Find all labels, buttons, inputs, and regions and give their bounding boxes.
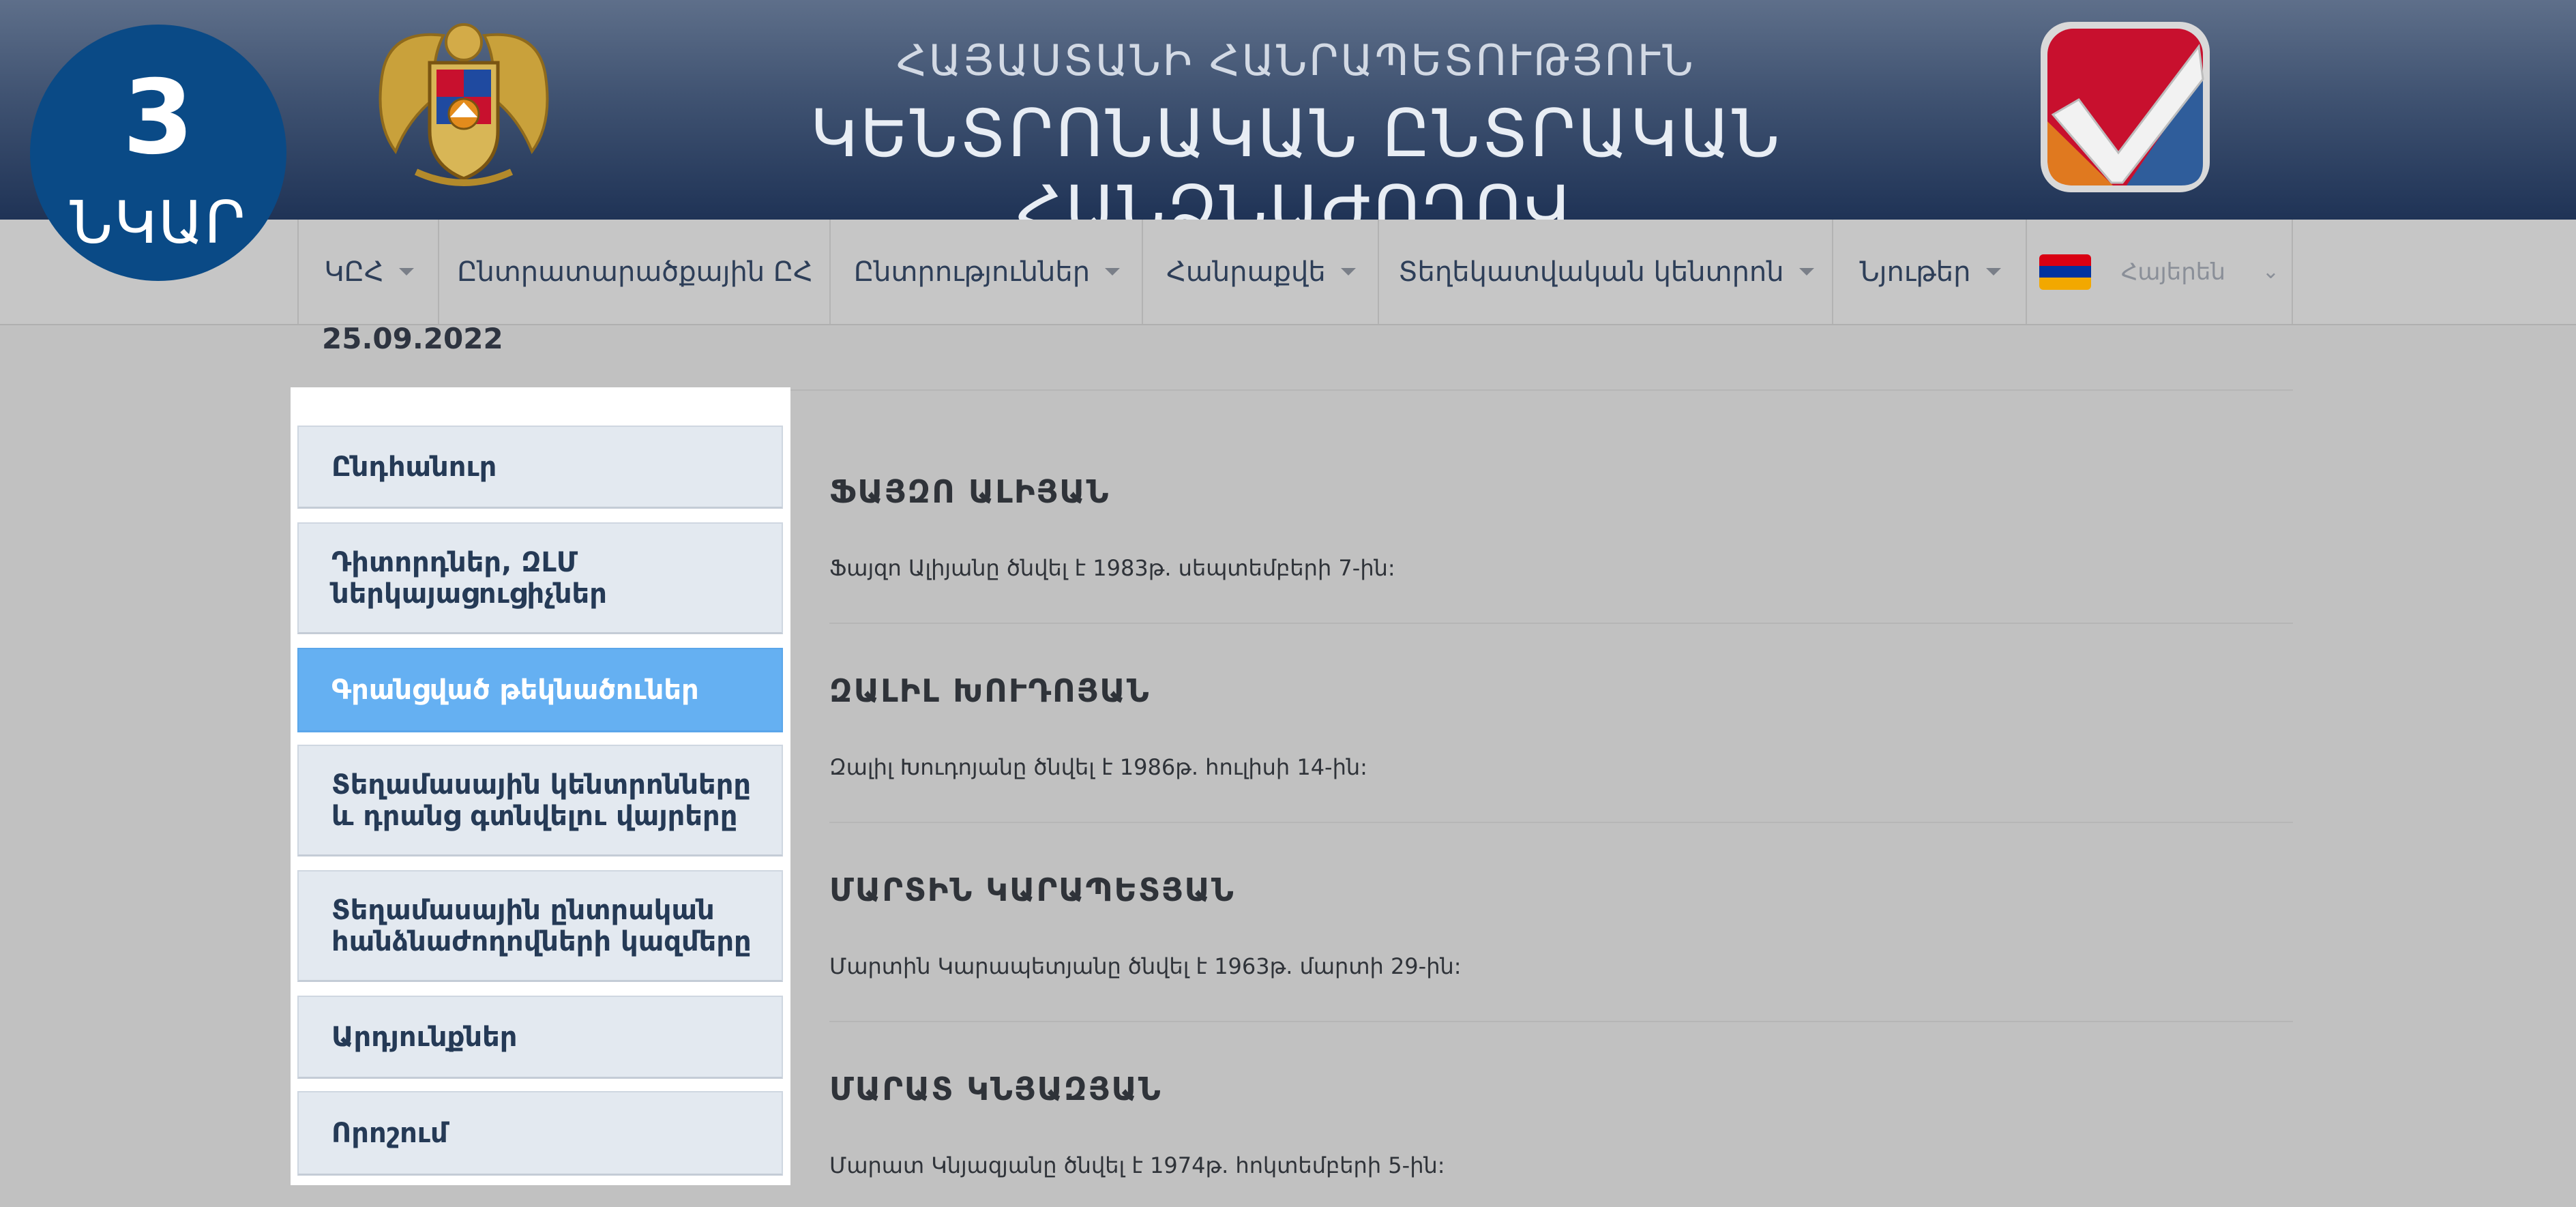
sidebar-item-label: Որոշում: [331, 1117, 448, 1149]
sidebar-item-decision[interactable]: Որոշում: [297, 1091, 783, 1176]
caret-down-icon: [1985, 268, 2001, 275]
sidebar-item-results[interactable]: Արդյունքներ: [297, 996, 783, 1079]
armenia-flag-icon: [2039, 254, 2091, 290]
sidebar-item-label: Դիտորդներ, ԶԼՄ ներկայացուցիչներ: [331, 546, 607, 610]
sidebar-item-observers[interactable]: Դիտորդներ, ԶԼՄ ներկայացուցիչներ: [297, 522, 783, 634]
sidebar-item-registered-candidates[interactable]: Գրանցված թեկնածուներ: [297, 648, 783, 732]
nav-item-label: ԿԸՀ: [324, 256, 384, 288]
language-label: Հայերեն: [2120, 258, 2225, 286]
nav-item-label: Նյութեր: [1859, 256, 1971, 288]
candidate-name: ՖԱՅԶՈ ԱԼԻՅԱՆ: [829, 473, 1110, 510]
candidate-name: ԶԱԼԻԼ ԽՈՒԴՈՅԱՆ: [829, 672, 1151, 709]
site-header: ՀԱՅԱՍՏԱՆԻ ՀԱՆՐԱՊԵՏՈՒԹՅՈՒՆ ԿԵՆՏՐՈՆԱԿԱՆ ԸՆ…: [0, 0, 2576, 248]
sidebar-item-label: Տեղամասային կենտրոնները և դրանց գտնվելու…: [331, 769, 752, 832]
coat-of-arms-icon: [368, 15, 559, 199]
sidebar-item-label: Արդյունքներ: [331, 1021, 518, 1053]
nav-item-info-center[interactable]: Տեղեկատվական կենտրոն: [1378, 220, 1833, 324]
header-subtitle: ՀԱՅԱՍՏԱՆԻ ՀԱՆՐԱՊԵՏՈՒԹՅՈՒՆ: [896, 35, 1696, 85]
divider: [829, 1021, 2293, 1022]
nav-item-cec[interactable]: ԿԸՀ: [297, 220, 439, 324]
sidebar-item-label: Տեղամասային ընտրական հանձնաժողովների կազ…: [331, 894, 752, 957]
candidate-name: ՄԱՐՏԻՆ ԿԱՐԱՊԵՏՅԱՆ: [829, 871, 1235, 908]
sidebar-item-label: Ընդհանուր: [331, 451, 497, 483]
sidebar-item-label: Գրանցված թեկնածուներ: [331, 674, 699, 706]
language-selector[interactable]: Հայերեն ⌄: [2026, 220, 2293, 324]
nav-item-label: Ընտրատարածքային ԸՀ: [457, 256, 813, 288]
candidate-name: ՄԱՐԱՏ ԿՆՅԱԶՅԱՆ: [829, 1071, 1162, 1107]
candidate-bio: Մարատ Կնյազյանը ծնվել է 1974թ. հոկտեմբեր…: [829, 1152, 1445, 1178]
nav-item-elections[interactable]: Ընտրություններ: [829, 220, 1143, 324]
chevron-down-icon: ⌄: [2262, 260, 2280, 284]
caret-down-icon: [1105, 268, 1121, 275]
page-date: 25.09.2022: [322, 322, 503, 355]
nav-item-label: Տեղեկատվական կենտրոն: [1398, 256, 1784, 288]
checkmark-logo-icon[interactable]: [2038, 19, 2212, 195]
candidate-bio: Մարտին Կարապետյանը ծնվել է 1963թ. մարտի …: [829, 953, 1462, 979]
nav-item-label: Ընտրություններ: [853, 256, 1091, 288]
sidebar-item-precinct-commissions[interactable]: Տեղամասային ընտրական հանձնաժողովների կազ…: [297, 870, 783, 982]
badge-word: ՆԿԱՐ: [70, 189, 247, 257]
sidebar-item-general[interactable]: Ընդհանուր: [297, 426, 783, 509]
caret-down-icon: [398, 268, 414, 275]
divider: [829, 822, 2293, 823]
caret-down-icon: [1798, 268, 1814, 275]
caret-down-icon: [1340, 268, 1356, 275]
candidate-bio: Զալիլ Խուդոյանը ծնվել է 1986թ. հուլիսի 1…: [829, 754, 1367, 780]
nav-item-materials[interactable]: Նյութեր: [1832, 220, 2027, 324]
candidate-bio: Ֆայզո Ալիյանը ծնվել է 1983թ. սեպտեմբերի …: [829, 555, 1395, 581]
sidebar-item-polling-stations[interactable]: Տեղամասային կենտրոնները և դրանց գտնվելու…: [297, 745, 783, 856]
nav-item-referendum[interactable]: Հանրաքվե: [1142, 220, 1379, 324]
main-navigation: ԿԸՀ Ընտրատարածքային ԸՀ Ընտրություններ Հա…: [0, 220, 2576, 325]
badge-number: 3: [122, 59, 194, 177]
image-number-badge: 3 ՆԿԱՐ: [30, 25, 286, 281]
sidebar: Ընդհանուր Դիտորդներ, ԶԼՄ ներկայացուցիչնե…: [291, 387, 790, 1185]
nav-item-district-commissions[interactable]: Ընտրատարածքային ԸՀ: [438, 220, 831, 324]
nav-item-label: Հանրաքվե: [1166, 256, 1326, 288]
divider: [829, 623, 2293, 624]
